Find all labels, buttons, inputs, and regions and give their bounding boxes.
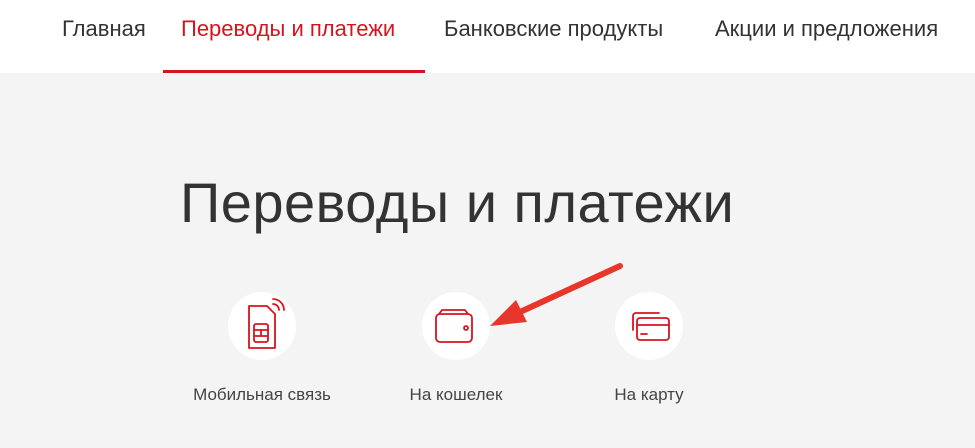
nav-item-transfers-payments[interactable]: Переводы и платежи (181, 0, 395, 73)
service-card-label: На карту (614, 385, 684, 404)
cards-icon (632, 312, 670, 341)
service-card-circle (615, 292, 683, 360)
service-mobile[interactable]: Мобильная связь (162, 292, 362, 422)
service-mobile-circle (228, 292, 296, 360)
active-tab-indicator (163, 70, 425, 73)
service-mobile-label: Мобильная связь (193, 385, 331, 404)
nav-item-home[interactable]: Главная (62, 0, 146, 73)
service-wallet[interactable]: На кошелек (356, 292, 556, 422)
nav-item-bank-products[interactable]: Банковские продукты (444, 0, 663, 73)
nav-item-promotions[interactable]: Акции и предложения (715, 0, 938, 73)
service-wallet-label: На кошелек (409, 385, 503, 404)
service-card[interactable]: На карту (549, 292, 749, 422)
service-wallet-circle (422, 292, 490, 360)
sim-card-icon (248, 298, 285, 349)
wallet-icon (435, 309, 473, 343)
top-navigation: Главная Переводы и платежи Банковские пр… (0, 0, 975, 73)
page-title: Переводы и платежи (180, 171, 735, 234)
